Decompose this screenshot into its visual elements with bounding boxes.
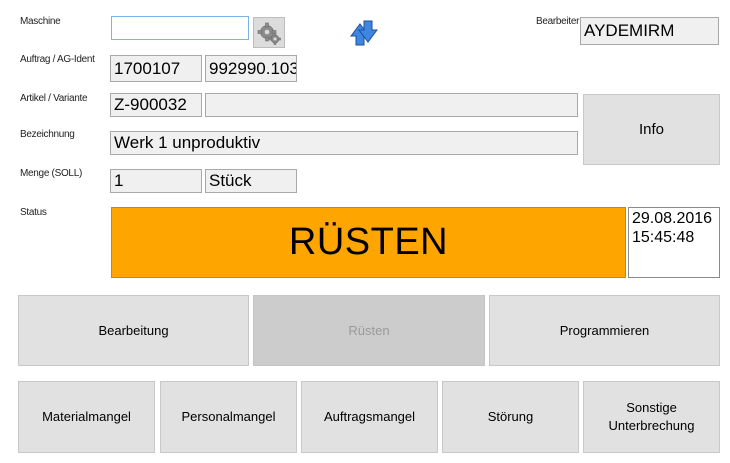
einheit-field[interactable]: Stück xyxy=(205,169,297,193)
menge-label: Menge (SOLL) xyxy=(20,168,82,179)
status-bar: RÜSTEN xyxy=(111,207,626,278)
programmieren-button[interactable]: Programmieren xyxy=(489,295,720,366)
bezeichnung-label: Bezeichnung xyxy=(20,129,75,140)
maschine-field[interactable] xyxy=(111,16,249,40)
ag-ident-field[interactable]: 992990.103 xyxy=(205,55,297,82)
artikel-field[interactable]: Z-900032 xyxy=(110,93,202,117)
bezeichnung-field[interactable]: Werk 1 unproduktiv xyxy=(110,131,578,155)
auftrag-field[interactable]: 1700107 xyxy=(110,55,202,82)
maschine-label: Maschine xyxy=(20,16,61,27)
refresh-arrows-icon xyxy=(350,20,378,46)
bearbeiter-field[interactable]: AYDEMIRM xyxy=(580,17,719,45)
refresh-button[interactable] xyxy=(346,15,382,51)
menge-field[interactable]: 1 xyxy=(110,169,202,193)
ruesten-button[interactable]: Rüsten xyxy=(253,295,485,366)
status-label: Status xyxy=(20,207,47,218)
info-button[interactable]: Info xyxy=(583,94,720,165)
materialmangel-button[interactable]: Materialmangel xyxy=(18,381,155,453)
bearbeitung-button[interactable]: Bearbeitung xyxy=(18,295,249,366)
artikel-label: Artikel / Variante xyxy=(20,93,88,104)
auftragsmangel-button[interactable]: Auftragsmangel xyxy=(301,381,438,453)
sonstige-label-line1: Sonstige xyxy=(626,400,677,415)
status-timestamp: 29.08.2016 15:45:48 xyxy=(628,207,720,278)
variante-field[interactable] xyxy=(205,93,578,117)
personalmangel-button[interactable]: Personalmangel xyxy=(160,381,297,453)
status-date: 29.08.2016 xyxy=(632,210,713,227)
status-text: RÜSTEN xyxy=(288,221,449,263)
auftrag-label: Auftrag / AG-Ident xyxy=(20,54,95,65)
gear-icon xyxy=(257,22,281,45)
sonstige-label-line2: Unterbrechung xyxy=(608,418,695,433)
settings-button[interactable] xyxy=(253,17,285,48)
bearbeiter-label: Bearbeiter xyxy=(536,16,580,27)
status-time: 15:45:48 xyxy=(632,229,695,246)
sonstige-unterbrechung-button[interactable]: Sonstige Unterbrechung xyxy=(583,381,720,453)
stoerung-button[interactable]: Störung xyxy=(442,381,579,453)
